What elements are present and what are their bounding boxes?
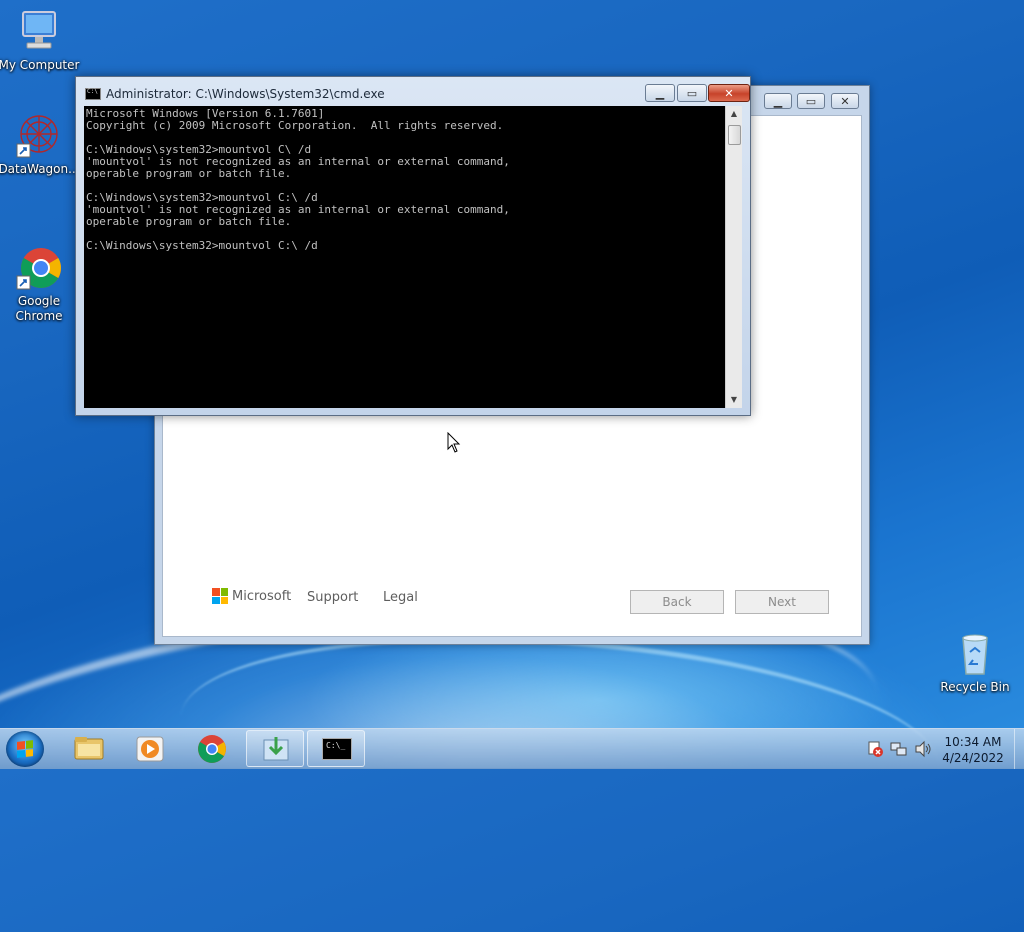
close-icon: ✕ [840,94,850,108]
taskbar-chrome[interactable] [183,730,241,767]
console-text: Microsoft Windows [Version 6.1.7601] Copy… [86,108,510,252]
show-desktop-button[interactable] [1014,729,1024,769]
scroll-down-arrow-icon[interactable]: ▼ [726,392,742,408]
media-player-icon [136,736,164,762]
maximize-icon: ▭ [686,86,698,100]
console-line: operable program or batch file. [86,167,292,180]
start-button[interactable] [6,731,44,767]
datawagon-icon [15,112,63,160]
cmd-maximize-button[interactable]: ▭ [677,84,707,102]
microsoft-brand-text: Microsoft [232,588,292,604]
chrome-icon [198,735,226,763]
close-icon: ✕ [724,86,734,100]
minimize-icon: ▁ [773,94,783,108]
scrollbar-thumb[interactable] [728,125,741,145]
volume-icon[interactable] [914,740,932,758]
support-link[interactable]: Support [307,590,358,605]
maximize-icon: ▭ [805,94,817,108]
next-button[interactable]: Next [735,590,829,614]
cmd-window-title: Administrator: C:\Windows\System32\cmd.e… [106,87,385,101]
console-scrollbar[interactable]: ▲ ▼ [725,106,742,408]
cmd-icon-text: C:\_ [326,741,346,750]
microsoft-logo: Microsoft [212,588,291,604]
desktop-icon-my-computer[interactable]: My Computer [0,8,81,73]
cmd-minimize-button[interactable]: ▁ [645,84,675,102]
recycle-bin-icon [951,630,999,678]
windows-logo-icon [17,740,33,758]
maximize-button[interactable]: ▭ [797,93,825,109]
desktop-icon-label: DataWagon... [0,162,80,176]
desktop-icon-label: Google Chrome [15,294,63,323]
setup-icon [263,737,289,761]
desktop-icon-google-chrome[interactable]: Google Chrome [0,214,81,339]
taskbar-cmd[interactable]: C:\_ [307,730,365,767]
clock-date: 4/24/2022 [942,751,1004,765]
minimize-icon: ▁ [655,86,665,100]
mouse-cursor-icon [447,432,461,453]
cmd-close-button[interactable]: ✕ [708,84,750,102]
chrome-icon [15,229,63,290]
cmd-window[interactable]: Administrator: C:\Windows\System32\cmd.e… [75,76,751,416]
folder-icon [74,737,104,760]
computer-icon [15,8,63,56]
taskbar-setup[interactable] [246,730,304,767]
console-line: C:\Windows\system32>mountvol C:\ /d [86,239,318,252]
taskbar-explorer[interactable] [60,730,118,767]
cmd-icon: C:\_ [322,738,352,760]
system-clock[interactable]: 10:34 AM 4/24/2022 [936,734,1010,766]
desktop-icon-datawagon[interactable]: DataWagon... [0,112,81,177]
microsoft-logo-icon [212,588,228,604]
cmd-app-icon [85,88,101,100]
back-button[interactable]: Back [630,590,724,614]
scroll-up-arrow-icon[interactable]: ▲ [726,106,742,122]
minimize-button[interactable]: ▁ [764,93,792,109]
desktop-icon-recycle-bin[interactable]: Recycle Bin [933,630,1017,695]
legal-link[interactable]: Legal [383,590,418,605]
clock-time: 10:34 AM [944,735,1002,749]
console-output[interactable]: Microsoft Windows [Version 6.1.7601] Copy… [84,106,725,408]
desktop-icon-label: Recycle Bin [940,680,1010,694]
console-line: Copyright (c) 2009 Microsoft Corporation… [86,119,504,132]
action-center-icon[interactable] [866,740,884,758]
close-button[interactable]: ✕ [831,93,859,109]
desktop-icon-label: My Computer [0,58,80,72]
taskbar-media-player[interactable] [121,730,179,767]
console-line: operable program or batch file. [86,215,292,228]
taskbar: C:\_ 10:34 AM 4/24/2022 [0,728,1024,769]
network-icon[interactable] [890,740,908,758]
